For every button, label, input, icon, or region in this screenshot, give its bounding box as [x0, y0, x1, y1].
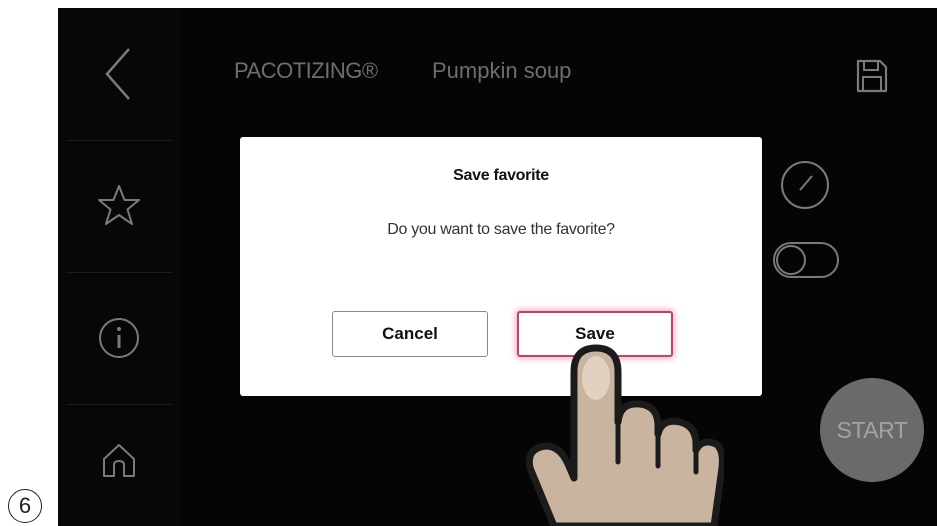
start-button[interactable]: START: [820, 378, 924, 482]
dialog-title: Save favorite: [453, 167, 549, 184]
speed-gauge-icon[interactable]: [778, 158, 832, 212]
brand-title: PACOTIZING®: [234, 58, 378, 83]
step-number-badge: 6: [8, 489, 42, 523]
save-button-label: Save: [575, 324, 615, 343]
home-button[interactable]: [58, 394, 180, 526]
sidebar: [58, 8, 180, 526]
device-screen: PACOTIZING® Pumpkin soup START Save favo…: [58, 8, 937, 526]
start-label: START: [836, 416, 908, 443]
save-favorite-button[interactable]: [848, 52, 896, 100]
info-icon: [99, 318, 139, 358]
mode-toggle-switch[interactable]: [772, 240, 842, 280]
home-icon: [103, 444, 135, 477]
cancel-button-label: Cancel: [382, 324, 438, 343]
star-icon: [98, 185, 140, 225]
back-button[interactable]: [58, 8, 180, 140]
back-arrow-icon: [105, 48, 130, 100]
info-button[interactable]: [58, 272, 180, 404]
cancel-button[interactable]: Cancel: [332, 311, 488, 357]
dialog-message: Do you want to save the favorite?: [387, 221, 615, 238]
save-icon: [856, 59, 888, 93]
recipe-title: Pumpkin soup: [432, 58, 572, 83]
pointing-hand-icon: [525, 344, 724, 526]
step-number: 6: [18, 493, 32, 518]
favorites-button[interactable]: [58, 140, 180, 272]
